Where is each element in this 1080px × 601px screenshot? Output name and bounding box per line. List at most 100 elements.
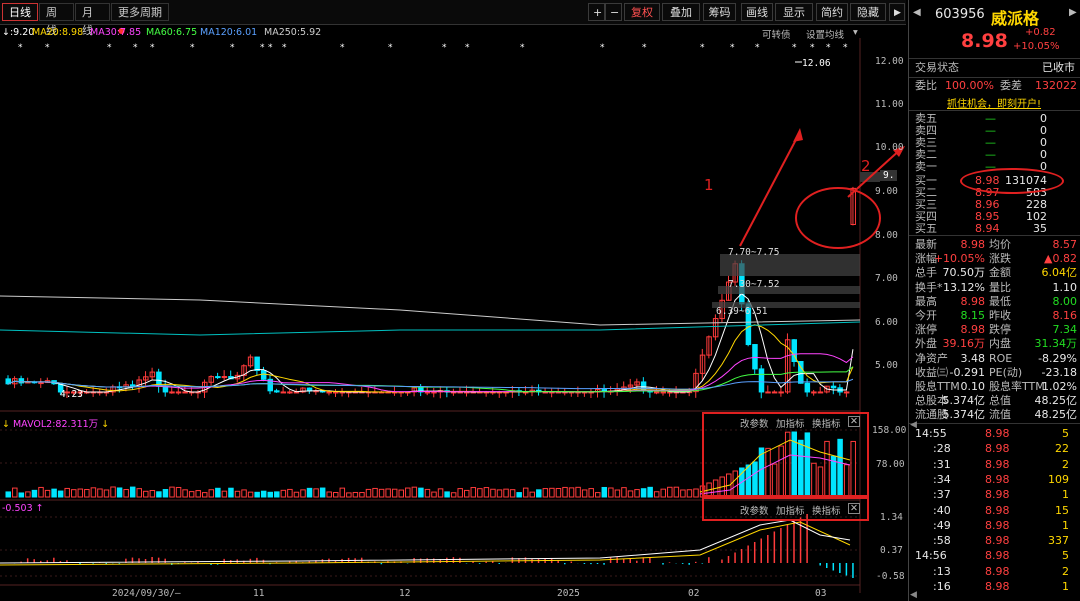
stat-row: 总手 70.50万 金额 6.04亿 [909,266,1080,280]
tick-volume: 5 [1062,549,1069,563]
tick-row: :16 8.98 1 [909,580,1080,594]
star-marker: * [520,43,525,53]
ticks-scroll-icon[interactable]: ◀ [910,590,917,600]
candle-body [333,391,339,394]
tick-price: 8.98 [985,442,1010,456]
tick-row: 14:55 8.98 5 [909,427,1080,441]
volume-bar [175,486,182,498]
stat-row: 最高 8.98 最低 8.00 [909,295,1080,309]
tick-volume: 109 [1048,472,1069,486]
vol-ma-line [699,439,851,493]
volume-bar [372,487,378,498]
stat-value: 31.34万 [1034,337,1078,351]
volume-bar [149,489,156,498]
simple-button[interactable]: 简约 [816,3,848,21]
vol-close-icon[interactable]: ✕ [848,416,860,427]
volume-bar [97,488,103,498]
vol-add-indicator-button[interactable]: 加指标 [776,416,805,430]
tick-row: :58 8.98 337 [909,534,1080,548]
volume-bar [319,487,326,498]
volume-bar [680,489,686,498]
candle-body [129,384,136,387]
tab-weekly[interactable]: 周线 [39,3,74,37]
prev-stock-arrow-icon[interactable]: ◀ [913,7,921,18]
settings-dropdown-icon[interactable]: ▾ [853,27,858,38]
volume-bar [300,489,306,498]
volume-bar [778,445,784,498]
kline-chart[interactable]: * * * * * * * * * * * * * * * * * * * * * * * * [0,38,906,593]
chips-button[interactable]: 筹码 [703,3,736,21]
volume-bar [608,487,614,498]
volume-bar [215,487,221,498]
next-stock-arrow-icon[interactable]: ▶ [1069,7,1077,18]
collapse-arrow-icon[interactable]: ▶ [889,3,905,21]
volume-bar [470,487,477,498]
star-marker: * [107,43,112,53]
tick-price: 8.98 [985,564,1010,578]
zoom-out-button[interactable]: − [605,3,622,21]
open-account-link[interactable]: 抓住机会，即刻开户! [947,95,1041,110]
stat-value: 8.00 [1052,294,1078,308]
status-row: 交易状态 已收市 [909,61,1080,75]
bid-row[interactable]: 买五 8.94 35 [909,223,1080,235]
macd-change-indicator-button[interactable]: 换指标 [812,503,841,517]
volume-bar [378,488,385,498]
ma-legend-ma10: ↓:9.20 [2,27,35,38]
stat-value: 7.34 [1052,323,1078,337]
volume-bar [346,492,352,498]
stat-label: 今开 [915,309,937,322]
tab-more-periods[interactable]: 更多周期● [111,3,169,35]
candle-body [771,391,778,394]
volume-bar [136,488,142,498]
price-axis-label: 12.00 [875,56,904,67]
volume-bar [529,491,535,498]
volume-bar [588,488,594,498]
vol-edit-params-button[interactable]: 改参数 [740,416,769,430]
stat-row: 涨幅 +10.05% 涨跌 ▲0.82 [909,252,1080,266]
candle-body [778,391,784,394]
macd-axis-label: 1.34 [880,512,903,523]
macd-add-indicator-button[interactable]: 加指标 [776,503,805,517]
bid-volume: 35 [1033,222,1047,235]
volume-bar [424,488,431,498]
gap-band-label: 6.39~6.51 [716,306,768,317]
draw-line-button[interactable]: 画线 [741,3,773,21]
stock-price: 8.98 [961,30,1008,52]
stat-label: 净资产 [915,351,948,365]
quote-panel: ◀ 603956 威派格 ▶ 8.98 +0.82 +10.05% 交易状态 已… [908,0,1080,601]
volume-bar [824,440,830,498]
stat-value: 8.15 [960,309,986,322]
macd-close-icon[interactable]: ✕ [848,503,860,514]
date-axis-label: 2025 [557,588,580,599]
overlay-button[interactable]: 叠加 [662,3,700,21]
star-marker: * [45,43,50,53]
volume-bar [411,486,418,498]
volume-bar [71,489,77,498]
zoom-in-button[interactable]: + [588,3,605,21]
adjust-button[interactable]: 复权 [624,3,660,21]
candle-body [752,344,758,370]
tab-daily[interactable]: 日线 [2,3,38,21]
star-marker: * [133,43,138,53]
candle-body [830,385,837,389]
tab-monthly[interactable]: 月线 [75,3,110,37]
volume-bar [804,432,811,498]
price-cursor-label: 9. [880,170,898,181]
tick-volume: 2 [1062,564,1069,578]
star-marker: * [826,43,831,53]
stat-label: 内盘 [989,337,1011,351]
stat-label: ROE [989,351,1013,365]
stat-label: 总手 [915,266,937,280]
stat-value: 1.10 [1052,280,1078,294]
hide-button[interactable]: 隐藏 [850,3,886,21]
volume-bar [483,487,490,498]
candle-body [169,391,175,394]
candle-body [843,391,850,394]
display-button[interactable]: 显示 [775,3,813,21]
stat-value: 8.57 [1052,238,1078,251]
volume-bar [811,462,817,498]
volume-bar [693,488,699,498]
star-marker: * [388,43,393,53]
vol-change-indicator-button[interactable]: 换指标 [812,416,841,430]
macd-edit-params-button[interactable]: 改参数 [740,503,769,517]
